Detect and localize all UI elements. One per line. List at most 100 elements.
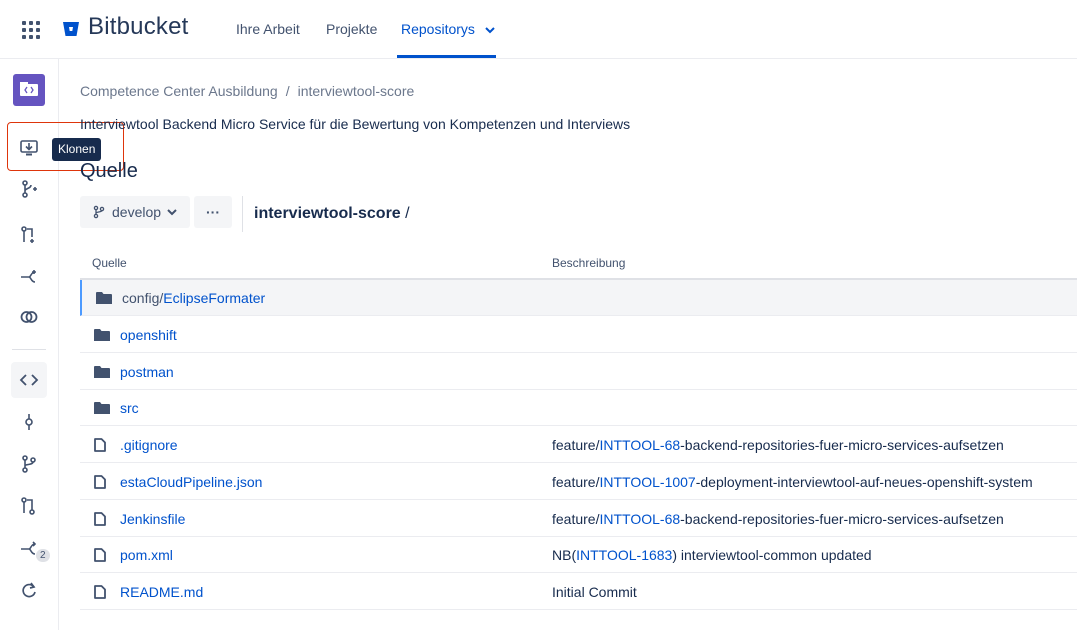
file-icon bbox=[94, 438, 106, 455]
chevron-down-icon bbox=[167, 209, 177, 216]
app-name[interactable]: Bitbucket bbox=[88, 13, 189, 41]
path-root[interactable]: interviewtool-score bbox=[254, 205, 401, 222]
file-name: openshift bbox=[120, 326, 177, 343]
sync-icon bbox=[22, 582, 36, 598]
file-name-link[interactable]: config/EclipseFormater bbox=[122, 290, 265, 306]
commit-message-text: NB( bbox=[552, 547, 577, 564]
compare-icon bbox=[20, 311, 38, 323]
file-path-prefix: config/ bbox=[122, 290, 164, 306]
top-navigation: Bitbucket Ihre Arbeit Projekte Repositor… bbox=[0, 0, 1077, 59]
branch-icon bbox=[93, 205, 105, 219]
commit-message: Initial Commit bbox=[552, 584, 637, 600]
column-description: Beschreibung bbox=[552, 256, 626, 270]
file-row[interactable]: postman bbox=[80, 354, 1077, 390]
file-row[interactable]: src bbox=[80, 390, 1077, 427]
file-icon bbox=[94, 585, 106, 602]
commit-message-text: Initial Commit bbox=[552, 584, 637, 600]
file-name: .gitignore bbox=[120, 437, 178, 453]
pull-requests-icon bbox=[21, 497, 35, 515]
path-separator: / bbox=[405, 205, 410, 222]
branch-selector[interactable]: develop bbox=[80, 196, 190, 228]
repo-description: Interviewtool Backend Micro Service für … bbox=[80, 116, 631, 132]
file-row[interactable]: .gitignore feature/INTTOOL-68-backend-rep… bbox=[80, 427, 1077, 463]
file-row[interactable]: openshift bbox=[80, 317, 1077, 353]
commit-message: NB(INTTOOL-1683) interviewtool-common up… bbox=[552, 547, 872, 563]
chevron-down-icon bbox=[485, 27, 495, 34]
sidebar-divider bbox=[12, 349, 46, 350]
page-title: Quelle bbox=[80, 160, 138, 182]
commits-icon bbox=[25, 414, 33, 430]
file-row[interactable]: estaCloudPipeline.json feature/INTTOOL-10… bbox=[80, 464, 1077, 500]
file-name-link[interactable]: Jenkinsfile bbox=[120, 511, 185, 527]
file-name: EclipseFormater bbox=[163, 290, 266, 306]
issue-link[interactable]: INTTOOL-1007 bbox=[599, 474, 695, 490]
file-icon bbox=[94, 511, 106, 529]
file-name: postman bbox=[120, 363, 174, 380]
source-button[interactable] bbox=[11, 362, 47, 398]
sync-button[interactable] bbox=[11, 573, 47, 609]
file-name: pom.xml bbox=[120, 547, 173, 564]
issue-link[interactable]: INTTOOL-68 bbox=[599, 511, 680, 527]
commit-message-suffix: -deployment-interviewtool-auf-neues-open… bbox=[695, 473, 1033, 490]
repo-avatar[interactable] bbox=[13, 74, 45, 106]
pull-requests-button[interactable] bbox=[11, 488, 47, 524]
file-row[interactable]: pom.xml NB(INTTOOL-1683) interviewtool-co… bbox=[80, 537, 1077, 574]
breadcrumb-separator: / bbox=[285, 83, 290, 99]
create-branch-icon bbox=[22, 180, 37, 198]
create-pull-request-button[interactable] bbox=[11, 217, 47, 253]
file-name-link[interactable]: README.md bbox=[120, 584, 203, 600]
issue-link[interactable]: INTTOOL-1683 bbox=[576, 547, 672, 563]
file-icon bbox=[94, 474, 106, 492]
file-row[interactable]: Jenkinsfile feature/INTTOOL-68-backend-re… bbox=[80, 501, 1077, 537]
forks-button[interactable] bbox=[11, 531, 47, 567]
folder-icon bbox=[94, 328, 110, 345]
file-row[interactable]: README.md Initial Commit bbox=[80, 574, 1077, 610]
file-name-link[interactable]: estaCloudPipeline.json bbox=[120, 474, 262, 490]
folder-icon bbox=[94, 365, 110, 382]
create-pull-request-icon bbox=[21, 226, 34, 243]
clone-tooltip: Klonen bbox=[52, 138, 102, 161]
branches-icon bbox=[22, 455, 36, 473]
forks-icon bbox=[21, 541, 37, 555]
file-name-link[interactable]: postman bbox=[120, 364, 174, 380]
bitbucket-logo-icon[interactable] bbox=[62, 20, 80, 38]
file-name: README.md bbox=[120, 584, 204, 600]
repo-avatar-icon bbox=[20, 82, 38, 96]
commit-message-text: feature/ bbox=[552, 510, 600, 527]
folder-icon bbox=[96, 291, 112, 308]
commit-message: feature/INTTOOL-68-backend-repositories-… bbox=[552, 511, 1004, 527]
fork-icon bbox=[21, 270, 36, 283]
app-switcher-icon[interactable] bbox=[22, 21, 40, 39]
create-branch-button[interactable] bbox=[11, 171, 47, 207]
active-nav-indicator bbox=[397, 55, 496, 58]
breadcrumb-repo[interactable]: interviewtool-score bbox=[298, 83, 415, 99]
nav-repositories-label: Repositorys bbox=[401, 21, 475, 37]
table-header: Quelle Beschreibung bbox=[80, 248, 1077, 280]
branch-name: develop bbox=[112, 204, 162, 220]
commits-button[interactable] bbox=[11, 404, 47, 440]
file-icon bbox=[94, 548, 106, 565]
commit-message: feature/INTTOOL-68-backend-repositories-… bbox=[552, 437, 1004, 453]
file-name-link[interactable]: openshift bbox=[120, 327, 177, 343]
file-name-link[interactable]: src bbox=[120, 400, 139, 416]
file-name-link[interactable]: .gitignore bbox=[120, 437, 178, 453]
breadcrumb-project[interactable]: Competence Center Ausbildung bbox=[80, 83, 278, 99]
file-name: Jenkinsfile bbox=[120, 510, 186, 527]
nav-repositories[interactable]: Repositorys bbox=[401, 21, 495, 37]
file-name: src bbox=[120, 400, 139, 417]
toolbar-divider bbox=[242, 196, 243, 232]
more-actions-button[interactable]: ··· bbox=[194, 196, 232, 228]
fork-button[interactable] bbox=[11, 259, 47, 295]
compare-button[interactable] bbox=[11, 299, 47, 335]
nav-projects[interactable]: Projekte bbox=[326, 21, 377, 37]
commit-message-suffix: -backend-repositories-fuer-micro-service… bbox=[680, 437, 1004, 453]
commit-message-suffix: -backend-repositories-fuer-micro-service… bbox=[680, 510, 1004, 527]
branches-button[interactable] bbox=[11, 446, 47, 482]
commit-message-suffix: ) interviewtool-common updated bbox=[672, 547, 872, 564]
issue-link[interactable]: INTTOOL-68 bbox=[599, 437, 680, 453]
nav-your-work[interactable]: Ihre Arbeit bbox=[236, 21, 300, 37]
column-source: Quelle bbox=[92, 256, 127, 270]
file-row[interactable]: config/EclipseFormater bbox=[80, 280, 1077, 316]
file-name-link[interactable]: pom.xml bbox=[120, 547, 173, 563]
commit-message-text: feature/ bbox=[552, 437, 600, 453]
